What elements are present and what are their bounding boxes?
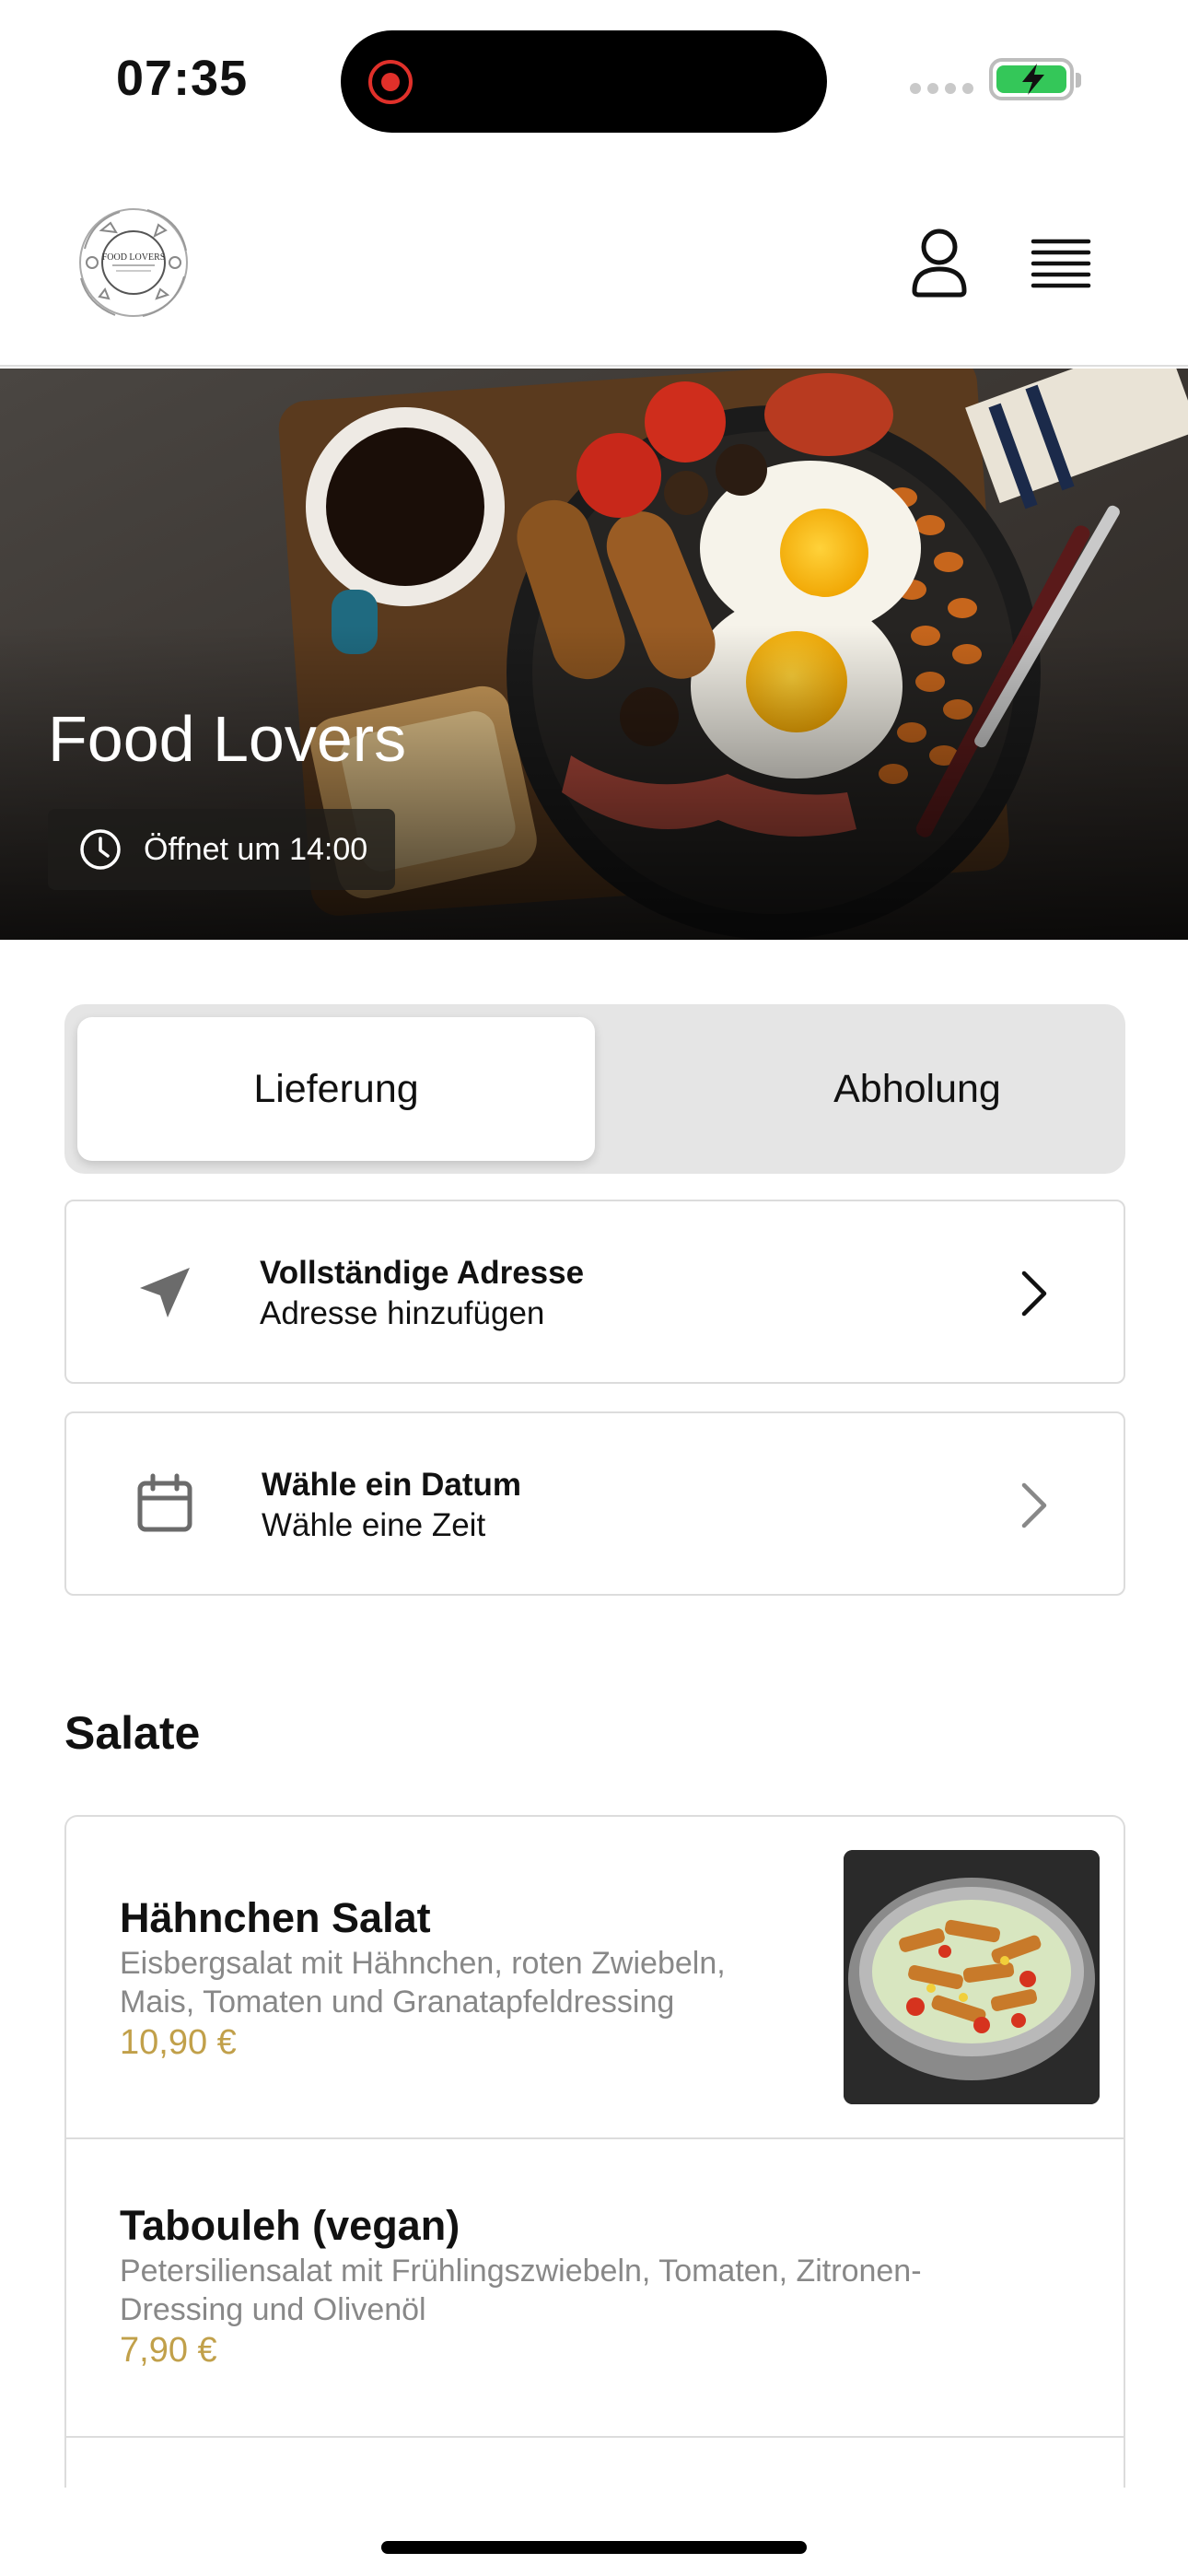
order-mode-toggle: Lieferung Abholung [64, 1004, 1125, 1174]
status-time: 07:35 [116, 51, 249, 106]
category-title: Salate [64, 1707, 201, 1759]
opening-hours-text: Öffnet um 14:00 [144, 831, 368, 867]
restaurant-name: Food Lovers [48, 703, 407, 775]
menu-item-name: Tabouleh (vegan) [120, 2202, 460, 2249]
address-subtitle: Adresse hinzufügen [260, 1295, 545, 1331]
chevron-right-icon [1021, 1482, 1047, 1528]
svg-text:FOOD LOVERS: FOOD LOVERS [102, 252, 166, 263]
menu-item-list: Hähnchen Salat Eisbergsalat mit Hähnchen… [64, 1815, 1125, 2488]
app-header: FOOD LOVERS [0, 157, 1188, 367]
menu-item-image [844, 1850, 1100, 2104]
signal-icon [910, 83, 973, 94]
menu-item[interactable]: Hähnchen Salat Eisbergsalat mit Hähnchen… [66, 1817, 1124, 2139]
calendar-icon [137, 1473, 192, 1532]
tab-delivery[interactable]: Lieferung [77, 1017, 595, 1161]
menu-item-name: Hähnchen Salat [120, 1894, 431, 1941]
location-arrow-icon [140, 1268, 190, 1317]
battery-icon [989, 58, 1081, 100]
date-subtitle: Wähle eine Zeit [262, 1507, 486, 1543]
user-icon[interactable] [903, 227, 976, 300]
restaurant-logo[interactable]: FOOD LOVERS [64, 193, 203, 332]
menu-item-price: 10,90 € [120, 2023, 237, 2062]
status-bar: 07:35 [0, 0, 1188, 157]
menu-item-description: Petersiliensalat mit Frühlingszwiebeln, … [120, 2254, 922, 2327]
menu-item[interactable]: Tabouleh (vegan) Petersiliensalat mit Fr… [66, 2139, 1124, 2438]
tab-pickup[interactable]: Abholung [658, 1017, 1176, 1161]
address-selector[interactable]: Vollständige Adresse Adresse hinzufügen [64, 1200, 1125, 1384]
menu-icon[interactable] [1028, 230, 1094, 297]
address-title: Vollständige Adresse [260, 1255, 585, 1291]
menu-item-price: 7,90 € [120, 2331, 217, 2370]
hero-banner: Food Lovers Öffnet um 14:00 [0, 369, 1188, 940]
date-time-selector[interactable]: Wähle ein Datum Wähle eine Zeit [64, 1411, 1125, 1596]
record-icon [368, 60, 413, 104]
clock-icon [80, 829, 121, 870]
menu-item-description: Eisbergsalat mit Hähnchen, roten Zwiebel… [120, 1946, 726, 2020]
home-indicator[interactable] [381, 2541, 807, 2554]
date-title: Wähle ein Datum [262, 1467, 521, 1503]
opening-hours-badge: Öffnet um 14:00 [48, 809, 396, 890]
dynamic-island [341, 30, 827, 133]
chevron-right-icon [1021, 1270, 1047, 1317]
